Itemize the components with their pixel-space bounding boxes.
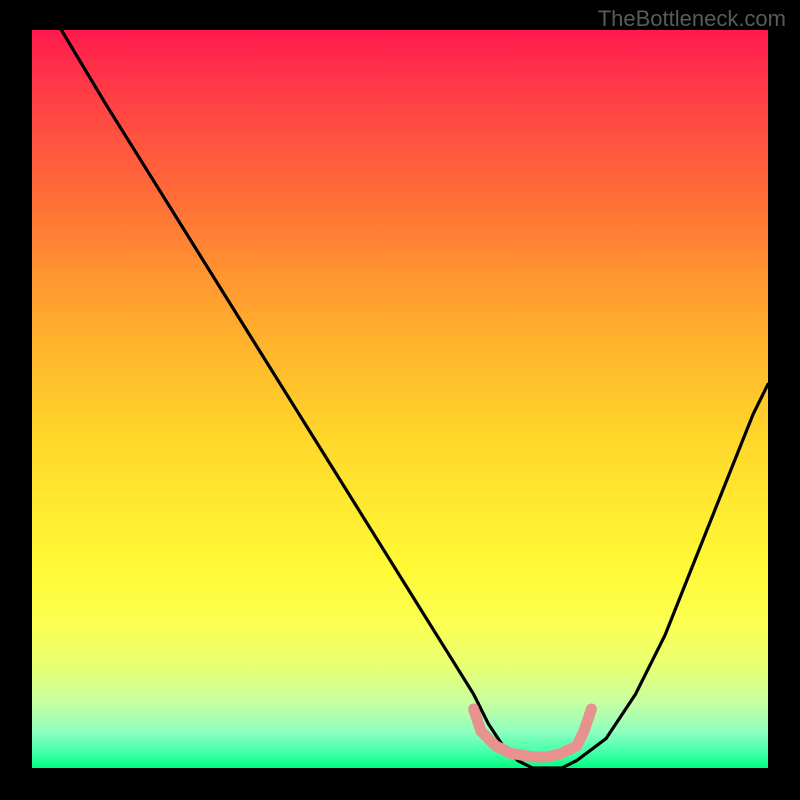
watermark-text: TheBottleneck.com (598, 6, 786, 32)
chart-gradient-background (32, 30, 768, 768)
